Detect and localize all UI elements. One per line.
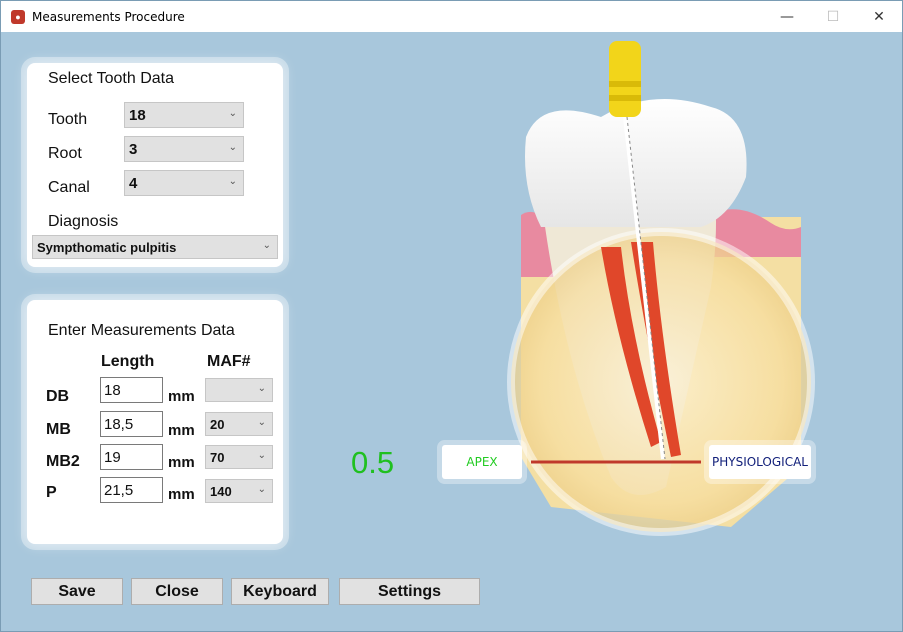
tooth-icon: ●	[11, 9, 25, 24]
tooth-select[interactable]: 18 ⌄	[124, 102, 244, 128]
row-label-db: DB	[46, 388, 70, 405]
row-label-mb2: MB2	[46, 453, 80, 470]
apex-indicator: APEX	[442, 445, 522, 479]
file-handle	[609, 41, 641, 117]
maf-select-p[interactable]: 140 ⌄	[205, 479, 273, 503]
root-label: Root	[48, 145, 82, 162]
diagnosis-select[interactable]: Sympthomatic pulpitis ⌄	[32, 235, 278, 259]
file-handle-band	[609, 81, 641, 87]
unit-mm-mb2: mm	[168, 454, 195, 471]
settings-button[interactable]: Settings	[339, 578, 480, 605]
maf-select-p-value: 140	[210, 483, 232, 499]
window-title: Measurements Procedure	[32, 9, 185, 24]
row-label-p: P	[46, 484, 57, 501]
canal-label: Canal	[48, 179, 90, 196]
tooth-data-panel: Select Tooth Data Tooth 18 ⌄ Root 3 ⌄ Cana…	[27, 63, 283, 267]
keyboard-button[interactable]: Keyboard	[231, 578, 329, 605]
canal-select[interactable]: 4 ⌄	[124, 170, 244, 196]
measure-panel-title: Enter Measurements Data	[48, 322, 235, 339]
length-input-mb2[interactable]: 19	[100, 444, 163, 470]
window-controls: — ☐ ✕	[764, 1, 902, 32]
maf-select-db[interactable]: ⌄	[205, 378, 273, 402]
chevron-down-icon: ⌄	[257, 417, 266, 428]
chevron-down-icon: ⌄	[257, 383, 266, 394]
unit-mm-db: mm	[168, 388, 195, 405]
file-handle-band	[609, 95, 641, 101]
close-button[interactable]: Close	[131, 578, 223, 605]
diagnosis-select-value: Sympthomatic pulpitis	[37, 239, 177, 255]
chevron-down-icon: ⌄	[228, 108, 237, 119]
distance-readout: 0.5	[351, 445, 395, 480]
root-select-value: 3	[129, 140, 138, 158]
canal-select-value: 4	[129, 174, 138, 192]
minimize-button[interactable]: —	[764, 1, 810, 32]
close-window-button[interactable]: ✕	[856, 1, 902, 32]
save-button[interactable]: Save	[31, 578, 123, 605]
length-input-db[interactable]: 18	[100, 377, 163, 403]
maf-select-mb2-value: 70	[210, 449, 225, 465]
length-input-mb[interactable]: 18,5	[100, 411, 163, 437]
measurements-panel: Enter Measurements Data Length MAF# DB 1…	[27, 300, 283, 544]
maf-select-mb2[interactable]: 70 ⌄	[205, 445, 273, 469]
title-bar: ● Measurements Procedure — ☐ ✕	[1, 1, 902, 32]
tooth-panel-title: Select Tooth Data	[48, 70, 175, 87]
root-select[interactable]: 3 ⌄	[124, 136, 244, 162]
chevron-down-icon: ⌄	[228, 176, 237, 187]
diagnosis-label: Diagnosis	[48, 213, 119, 230]
maximize-button[interactable]: ☐	[810, 1, 856, 32]
chevron-down-icon: ⌄	[228, 142, 237, 153]
maf-select-mb[interactable]: 20 ⌄	[205, 412, 273, 436]
row-label-mb: MB	[46, 421, 71, 438]
app-window: ● Measurements Procedure — ☐ ✕ Select To…	[0, 0, 903, 632]
maf-select-mb-value: 20	[210, 416, 225, 432]
tooth-select-value: 18	[129, 106, 146, 124]
physiological-indicator: PHYSIOLOGICAL	[709, 445, 811, 479]
chevron-down-icon: ⌄	[262, 240, 271, 251]
unit-mm-p: mm	[168, 486, 195, 503]
unit-mm-mb: mm	[168, 422, 195, 439]
chevron-down-icon: ⌄	[257, 450, 266, 461]
length-input-p[interactable]: 21,5	[100, 477, 163, 503]
length-column-header: Length	[101, 353, 155, 370]
tooth-label: Tooth	[48, 111, 88, 128]
maf-column-header: MAF#	[207, 353, 251, 370]
chevron-down-icon: ⌄	[257, 484, 266, 495]
